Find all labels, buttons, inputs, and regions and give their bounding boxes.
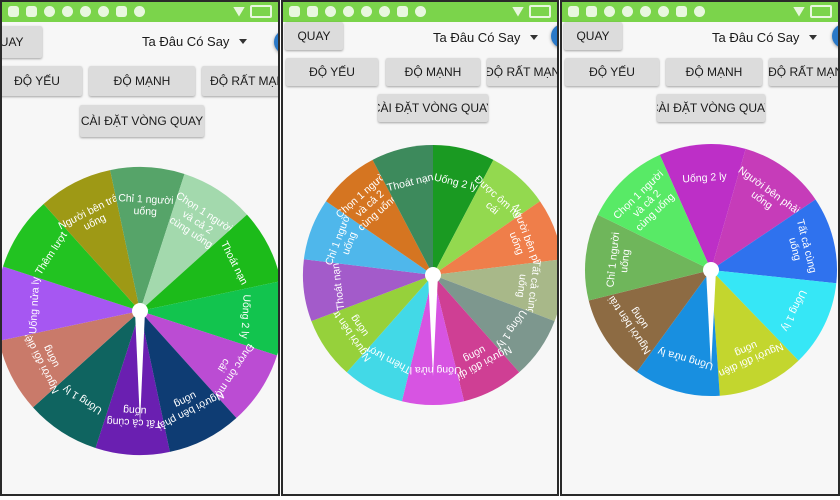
wheel-3[interactable]: Uống 2 ly Người bên phảiuốngTất cả cùnguố… <box>562 2 840 496</box>
wheel-hub <box>425 267 441 283</box>
wheel-hub <box>703 262 719 278</box>
wheel-hub <box>132 303 148 319</box>
phone-screen-1: QUAY Ta Đâu Có Say ĐỘ YẾU ĐỘ MẠNH ĐỘ RẤT… <box>0 0 280 496</box>
phone-screen-3: QUAY Ta Đâu Có Say ĐỘ YẾU ĐỘ MẠNH ĐỘ RẤT… <box>560 0 840 496</box>
phone-screen-2: QUAY Ta Đâu Có Say ĐỘ YẾU ĐỘ MẠNH ĐỘ RẤT… <box>281 0 559 496</box>
wheel-1[interactable]: Tất cả cùnguốngUống 1 lyNgười đối diệnuố… <box>2 2 280 496</box>
wheel-2[interactable]: Uống 2 lyĐược ôm mộtcái Người bên phảiuốn… <box>283 2 559 496</box>
wheel-segment-label: Uống 2 ly <box>238 294 252 340</box>
